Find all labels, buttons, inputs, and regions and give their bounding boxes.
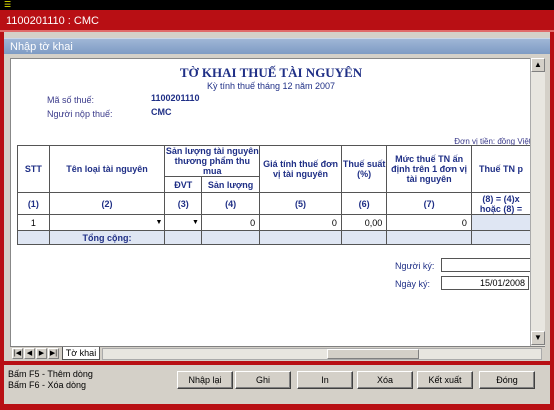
window-border-left (0, 32, 4, 404)
header-output-group: Sản lượng tài nguyên thương phẩm thu mua (164, 145, 261, 177)
header-unit-price: Giá tính thuế đơn vị tài nguyên (259, 145, 342, 193)
hint-delete-row: Bấm F6 - Xóa dòng (8, 380, 87, 390)
taxpayer-value: CMC (151, 107, 172, 117)
header-tax-rate: Thuế suất (%) (340, 145, 388, 193)
col-formula: (8) = (4)x hoặc (8) = (470, 192, 531, 215)
header-resource-tax: Thuế TN p (470, 145, 531, 193)
save-button[interactable]: Ghi (235, 371, 291, 389)
col-number: (7) (386, 192, 472, 215)
col-number: (2) (48, 192, 166, 215)
header-resource-name: Tên loại tài nguyên (48, 145, 166, 193)
total-empty (164, 230, 202, 245)
delete-button[interactable]: Xóa (357, 371, 413, 389)
total-empty (386, 230, 472, 245)
top-strip: ☰ (0, 0, 554, 10)
total-empty (470, 230, 531, 245)
resource-tax-cell (470, 214, 531, 231)
scroll-thumb[interactable] (327, 349, 419, 359)
window-titlebar: 1100201110 : CMC (0, 10, 554, 32)
total-label: Tổng cộng: (48, 230, 166, 245)
reset-button[interactable]: Nhập lại (177, 371, 233, 389)
app-menu-icon[interactable]: ☰ (4, 1, 11, 9)
signer-label: Người ký: (395, 261, 435, 271)
resource-tax-table: STT Tên loại tài nguyên Sản lượng tài ng… (17, 145, 531, 245)
total-empty (340, 230, 388, 245)
col-number: (1) (17, 192, 50, 215)
prev-sheet-icon[interactable]: ◀ (24, 348, 35, 359)
unit-price-cell[interactable]: 0 (259, 214, 342, 231)
window-border-right (550, 32, 554, 404)
unit-combo[interactable]: ▼ (164, 214, 202, 231)
first-sheet-icon[interactable]: |◀ (12, 348, 23, 359)
window-border-bottom (0, 404, 554, 410)
row-stt: 1 (17, 214, 50, 231)
sign-date-label: Ngày ký: (395, 279, 431, 289)
table-row: 1 ▼ ▼ 0 0 0,00 0 (17, 214, 531, 231)
scroll-down-icon[interactable]: ▼ (531, 331, 545, 345)
formula-line: hoặc (8) = (479, 203, 523, 214)
header-fixed-tax: Mức thuế TN ấn định trên 1 đơn vị tài ng… (386, 145, 472, 193)
total-empty (200, 230, 261, 245)
signer-input[interactable] (441, 258, 531, 272)
total-row: Tổng cộng: (17, 230, 531, 245)
col-number: (4) (200, 192, 261, 215)
tax-period: Kỳ tính thuế tháng 12 năm 2007 (206, 81, 336, 91)
col-number: (3) (164, 192, 202, 215)
subwindow-title: Nhập tờ khai (10, 41, 73, 53)
vertical-scrollbar[interactable]: ▲ ▼ (530, 58, 545, 346)
declaration-sheet: TỜ KHAI THUẾ TÀI NGUYÊN Kỳ tính thuế thá… (10, 58, 531, 347)
total-empty (17, 230, 50, 245)
action-panel: Bấm F5 - Thêm dòng Bấm F6 - Xóa dòng Nhậ… (4, 365, 550, 404)
header-stt: STT (17, 145, 50, 193)
horizontal-scrollbar[interactable] (102, 348, 542, 360)
col-number: (5) (259, 192, 342, 215)
dropdown-arrow-icon[interactable]: ▼ (191, 217, 200, 229)
form-title: TỜ KHAI THUẾ TÀI NGUYÊN (179, 65, 363, 80)
window-title: 1100201110 : CMC (6, 15, 99, 27)
sheet-tab-bar: |◀ ◀ ▶ ▶| Tờ khai (10, 346, 545, 361)
formula-line: (8) = (4)x (482, 193, 520, 204)
resource-name-combo[interactable]: ▼ (48, 214, 166, 231)
header-quantity: Sản lượng (200, 176, 261, 193)
tax-id-value: 1100201110 (151, 93, 200, 103)
scroll-up-icon[interactable]: ▲ (531, 58, 545, 72)
tax-rate-cell[interactable]: 0,00 (340, 214, 388, 231)
next-sheet-icon[interactable]: ▶ (36, 348, 47, 359)
sign-date-input[interactable]: 15/01/2008 (441, 276, 529, 290)
quantity-cell[interactable]: 0 (200, 214, 261, 231)
taxpayer-label: Người nộp thuế: (47, 109, 113, 119)
fixed-tax-cell[interactable]: 0 (386, 214, 472, 231)
close-button[interactable]: Đóng (479, 371, 535, 389)
tax-id-label: Mã số thuế: (47, 95, 95, 105)
hint-add-row: Bấm F5 - Thêm dòng (8, 369, 93, 379)
print-button[interactable]: In (297, 371, 353, 389)
col-number: (6) (340, 192, 388, 215)
last-sheet-icon[interactable]: ▶| (48, 348, 59, 359)
header-unit: ĐVT (164, 176, 202, 193)
dropdown-arrow-icon[interactable]: ▼ (154, 217, 163, 229)
sheet-tab-to-khai[interactable]: Tờ khai (62, 347, 100, 360)
export-button[interactable]: Kết xuất (417, 371, 473, 389)
subwindow-titlebar: Nhập tờ khai (4, 38, 550, 54)
total-empty (259, 230, 342, 245)
